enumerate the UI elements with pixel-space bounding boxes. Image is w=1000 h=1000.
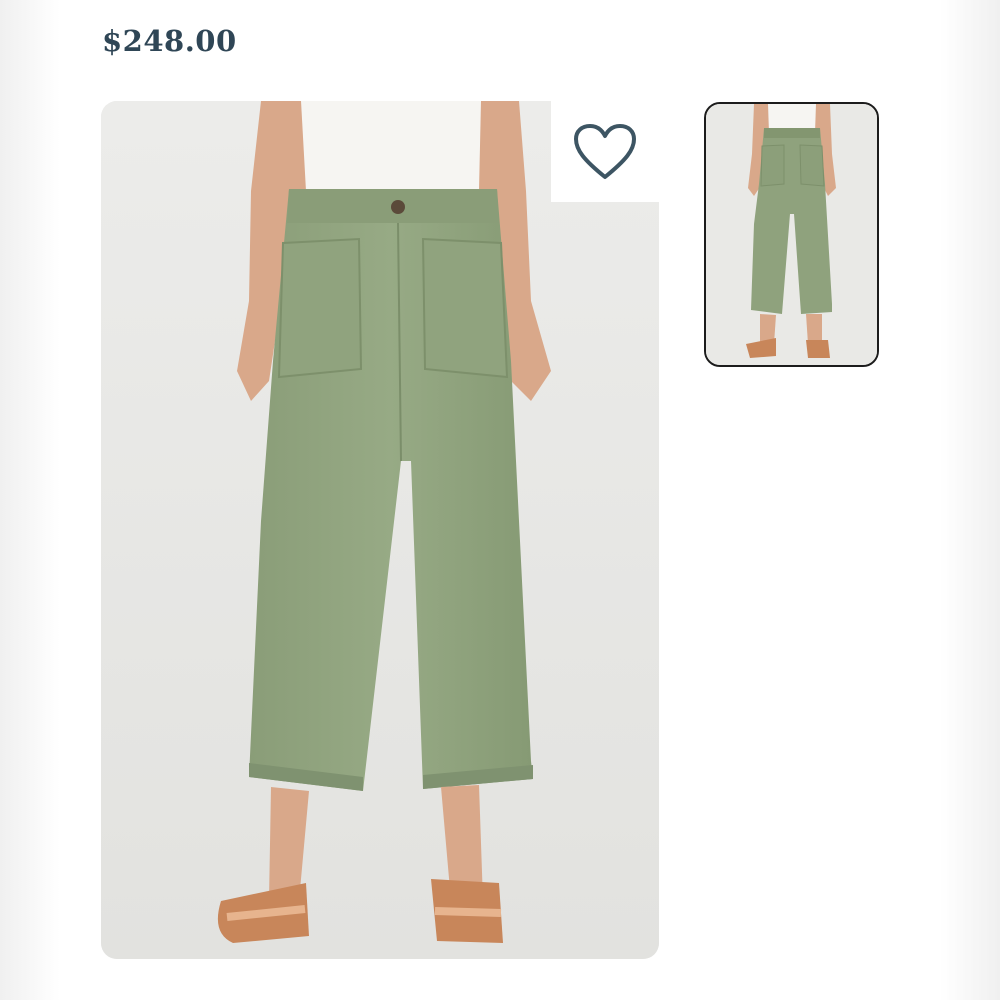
thumbnail-photo-illustration <box>706 104 877 365</box>
main-product-image[interactable] <box>101 101 659 959</box>
heart-outline-icon <box>574 123 636 179</box>
favorite-button[interactable] <box>551 101 659 202</box>
product-thumbnail[interactable] <box>704 102 879 367</box>
right-edge-shade <box>940 0 1000 1000</box>
pants-photo-illustration <box>101 101 659 959</box>
left-edge-shade <box>0 0 60 1000</box>
product-price: $248.00 <box>102 24 237 58</box>
product-listing-page: $248.00 <box>0 0 1000 1000</box>
